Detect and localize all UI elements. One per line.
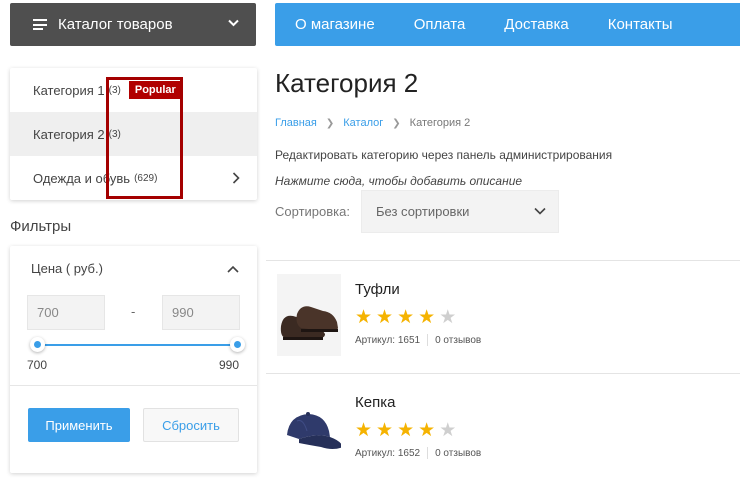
price-max-input[interactable]: 990 — [162, 295, 240, 330]
chevron-right-icon: ❯ — [325, 117, 335, 129]
star-filled-icon: ★ — [397, 419, 415, 441]
product-card: Кепка ★ ★ ★ ★ ★ Артикул: 1652 0 отзывов — [266, 374, 740, 479]
product-reviews[interactable]: 0 отзывов — [435, 335, 481, 346]
category-label: Категория 1 — [33, 82, 105, 98]
product-name[interactable]: Кепка — [355, 394, 395, 411]
price-range-min-label: 700 — [27, 358, 48, 372]
product-meta: Артикул: 1651 0 отзывов — [355, 334, 481, 346]
star-empty-icon: ★ — [439, 419, 457, 441]
price-filter-label[interactable]: Цена ( руб.) — [31, 261, 103, 276]
hamburger-icon — [33, 19, 47, 30]
chevron-up-icon[interactable] — [227, 265, 239, 273]
chevron-down-icon — [534, 207, 546, 215]
filters-heading: Фильтры — [10, 218, 72, 235]
sort-select[interactable]: Без сортировки — [361, 190, 559, 233]
chevron-down-icon — [228, 19, 239, 27]
star-filled-icon: ★ — [376, 419, 394, 441]
star-filled-icon: ★ — [355, 306, 373, 328]
price-min-input[interactable]: 700 — [27, 295, 105, 330]
breadcrumb-current: Категория 2 — [409, 117, 471, 129]
price-slider-max-handle[interactable] — [230, 337, 245, 352]
price-range-max-label: 990 — [219, 358, 240, 372]
chevron-right-icon: ❯ — [392, 117, 401, 129]
top-navigation: О магазине Оплата Доставка Контакты — [275, 3, 740, 46]
meta-divider — [427, 334, 429, 346]
nav-link-about[interactable]: О магазине — [295, 16, 375, 33]
star-filled-icon: ★ — [418, 306, 436, 328]
price-slider-min-handle[interactable] — [30, 337, 45, 352]
product-card: Туфли ★ ★ ★ ★ ★ Артикул: 1651 0 отзывов — [266, 261, 740, 373]
rating-stars: ★ ★ ★ ★ ★ — [355, 421, 460, 440]
sort-label: Сортировка: — [275, 204, 350, 219]
page-title: Категория 2 — [275, 68, 419, 98]
add-description-link[interactable]: Нажмите сюда, чтобы добавить описание — [275, 174, 522, 188]
breadcrumb: Главная ❯ Каталог ❯ Категория 2 — [275, 117, 470, 129]
star-empty-icon: ★ — [439, 306, 457, 328]
star-filled-icon: ★ — [376, 306, 394, 328]
category-label: Категория 2 — [33, 126, 105, 142]
shoes-image[interactable] — [277, 274, 341, 356]
star-filled-icon: ★ — [397, 306, 415, 328]
product-reviews[interactable]: 0 отзывов — [435, 448, 481, 459]
sort-selected-value: Без сортировки — [376, 204, 470, 219]
rating-stars: ★ ★ ★ ★ ★ — [355, 308, 460, 327]
catalog-menu-button[interactable]: Каталог товаров — [10, 3, 256, 46]
star-filled-icon: ★ — [418, 419, 436, 441]
apply-filter-button[interactable]: Применить — [28, 408, 130, 442]
catalog-menu-label: Каталог товаров — [58, 16, 173, 33]
nav-link-payment[interactable]: Оплата — [414, 16, 466, 33]
cap-image[interactable] — [277, 387, 341, 469]
price-range-dash: - — [131, 304, 136, 319]
edit-category-link[interactable]: Редактировать категорию через панель адм… — [275, 148, 612, 162]
meta-divider — [427, 447, 429, 459]
highlight-annotation-box — [106, 77, 183, 199]
filter-panel: Цена ( руб.) 700 - 990 700 990 Применить… — [10, 246, 257, 473]
star-filled-icon: ★ — [355, 419, 373, 441]
reset-filter-button[interactable]: Сбросить — [143, 408, 239, 442]
product-name[interactable]: Туфли — [355, 281, 400, 298]
price-slider-track[interactable] — [38, 344, 237, 346]
breadcrumb-home[interactable]: Главная — [275, 117, 317, 129]
nav-link-contacts[interactable]: Контакты — [608, 16, 673, 33]
product-meta: Артикул: 1652 0 отзывов — [355, 447, 481, 459]
chevron-right-icon — [232, 172, 240, 184]
nav-link-delivery[interactable]: Доставка — [504, 16, 568, 33]
product-sku: Артикул: 1652 — [355, 447, 421, 459]
filter-divider — [10, 385, 257, 386]
breadcrumb-catalog[interactable]: Каталог — [343, 117, 383, 129]
product-sku: Артикул: 1651 — [355, 334, 421, 346]
